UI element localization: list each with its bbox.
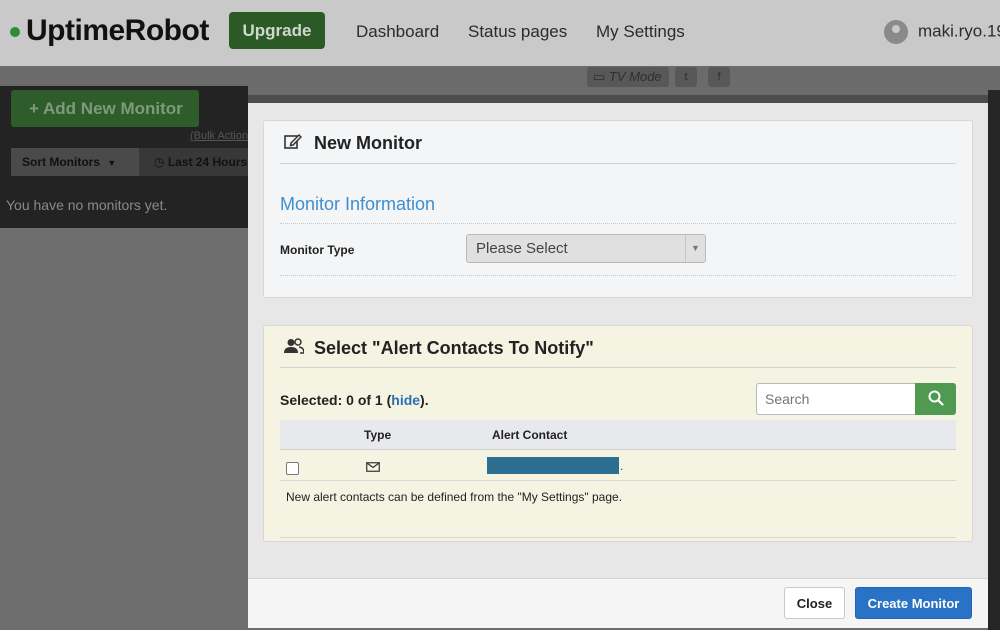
user-menu[interactable]: maki.ryo.19: [884, 20, 1000, 44]
clock-icon: ◷: [154, 155, 168, 169]
search-input[interactable]: [756, 383, 916, 415]
table-header: Type Alert Contact: [280, 420, 956, 450]
selected-count-prefix: Selected: 0 of 1 (: [280, 392, 392, 408]
divider: [280, 537, 956, 538]
nav-status-pages[interactable]: Status pages: [468, 22, 567, 42]
email-icon: [366, 459, 380, 477]
contact-checkbox[interactable]: [286, 462, 299, 475]
edit-icon: [284, 133, 306, 154]
logo-text: UptimeRobot: [26, 14, 209, 47]
alert-contacts-title-text: Select "Alert Contacts To Notify": [314, 338, 594, 358]
monitor-type-value: Please Select: [476, 240, 568, 257]
chevron-down-icon: ▼: [685, 235, 705, 262]
divider: [280, 367, 956, 368]
dotted-divider: [280, 223, 956, 224]
nav-dashboard[interactable]: Dashboard: [356, 22, 439, 42]
nav-my-settings[interactable]: My Settings: [596, 22, 685, 42]
new-monitor-modal: New Monitor Monitor Information Monitor …: [248, 95, 988, 628]
tv-mode-label: TV Mode: [608, 69, 662, 84]
monitor-type-select[interactable]: Please Select ▼: [466, 234, 706, 263]
divider: [280, 163, 956, 164]
caret-down-icon: ▼: [107, 158, 117, 168]
alert-contacts-note: New alert contacts can be defined from t…: [286, 490, 623, 504]
close-button[interactable]: Close: [784, 587, 845, 619]
users-icon: [284, 338, 306, 359]
table-row: .: [280, 450, 956, 481]
left-panel-lower: [0, 228, 248, 630]
search-button[interactable]: [915, 383, 956, 415]
create-monitor-button[interactable]: Create Monitor: [855, 587, 972, 619]
sort-monitors-label: Sort Monitors: [22, 155, 100, 169]
user-avatar-icon: [884, 20, 908, 44]
add-new-monitor-button[interactable]: + Add New Monitor: [11, 90, 199, 127]
top-navigation: UptimeRobot Upgrade Dashboard Status pag…: [0, 0, 1000, 66]
selected-count-suffix: ).: [420, 392, 429, 408]
alert-contacts-title: Select "Alert Contacts To Notify": [284, 338, 594, 359]
selected-count: Selected: 0 of 1 (hide).: [280, 392, 429, 408]
monitor-info-card: New Monitor Monitor Information Monitor …: [263, 120, 973, 298]
redacted-contact-block: [487, 457, 619, 474]
twitter-icon[interactable]: t: [675, 67, 697, 87]
logo-dot-icon: [10, 27, 20, 38]
monitor-information-heading: Monitor Information: [280, 194, 436, 214]
upgrade-button[interactable]: Upgrade: [229, 12, 325, 49]
modal-title: New Monitor: [284, 133, 422, 154]
search-icon: [928, 390, 944, 406]
timeframe-label: Last 24 Hours: [167, 155, 248, 169]
header-type: Type: [364, 428, 392, 442]
timeframe-button[interactable]: ◷ Last 24 Hours: [154, 155, 247, 169]
tv-mode-button[interactable]: ▭ TV Mode: [587, 67, 669, 87]
logo[interactable]: UptimeRobot: [10, 14, 209, 48]
sort-monitors-button[interactable]: Sort Monitors ▼: [11, 148, 139, 176]
dotted-divider: [280, 275, 956, 276]
monitor-icon: ▭: [593, 69, 609, 84]
alert-contacts-card: Select "Alert Contacts To Notify" Select…: [263, 325, 973, 542]
hide-link[interactable]: hide: [391, 392, 420, 408]
empty-monitors-text: You have no monitors yet.: [6, 197, 168, 213]
monitor-type-label: Monitor Type: [280, 243, 355, 257]
right-panel-edge: [988, 90, 1000, 630]
user-name: maki.ryo.19: [918, 21, 1000, 41]
modal-footer: Close Create Monitor: [248, 578, 988, 628]
contact-suffix: .: [620, 459, 624, 473]
header-alert-contact: Alert Contact: [492, 428, 568, 442]
facebook-icon[interactable]: f: [708, 67, 730, 87]
modal-title-text: New Monitor: [314, 133, 422, 153]
